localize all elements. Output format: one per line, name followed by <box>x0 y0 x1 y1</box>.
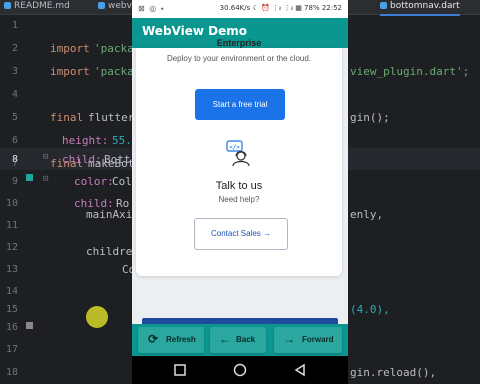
line-number: 9 <box>11 176 18 187</box>
code-token: view_plugin.dart'; <box>350 65 470 78</box>
card-description: Deploy to your environment or the cloud. <box>166 54 312 63</box>
recent-apps-icon[interactable] <box>172 362 188 378</box>
bottom-navigation: ⟳ Refresh ← Back → Forward <box>132 324 348 356</box>
back-button[interactable]: ← Back <box>210 327 266 353</box>
touch-indicator <box>86 306 108 328</box>
color-swatch-icon[interactable] <box>26 322 33 329</box>
contact-sales-button[interactable]: Contact Sales → <box>194 218 288 250</box>
line-number: 2 <box>11 43 18 54</box>
need-help-text: Need help? <box>218 195 260 204</box>
line-number: 4 <box>11 89 18 100</box>
line-number: 5 <box>11 112 18 123</box>
back-triangle-icon[interactable] <box>292 362 308 378</box>
code-token: flutter <box>88 111 135 124</box>
code-token: import <box>50 42 90 55</box>
svg-text:</>: </> <box>229 144 240 151</box>
pricing-card: Enterprise Deploy to your environment or… <box>136 38 342 276</box>
status-icons-left: ⊠ ◎ ⬩ <box>138 4 165 13</box>
line-number: 3 <box>11 66 18 77</box>
start-free-trial-button[interactable]: Start a free trial <box>195 89 285 120</box>
refresh-button[interactable]: ⟳ Refresh <box>138 327 204 353</box>
refresh-icon: ⟳ <box>147 332 159 346</box>
line-number-current: 8 <box>11 154 18 165</box>
line-number: 1 <box>11 20 18 31</box>
markdown-file-icon <box>4 2 11 9</box>
code-token: color: <box>74 175 114 188</box>
line-number: 17 <box>5 344 18 355</box>
code-token: Col <box>112 175 132 188</box>
tab-webview[interactable]: webv <box>98 0 132 14</box>
emulator-screen: ⊠ ◎ ⬩ 30.64K/s ☾ ⏰ ⋮ᵢₗ ⋮ᵢₗ ▦ 78% 22:52 W… <box>132 0 348 384</box>
arrow-back-icon: ← <box>219 332 231 346</box>
talk-to-us-heading: Talk to us <box>215 180 263 192</box>
code-token: gin(); <box>350 111 390 124</box>
color-swatch-icon[interactable] <box>26 174 33 181</box>
dart-file-icon <box>380 2 387 9</box>
webview-content[interactable]: Enterprise Deploy to your environment or… <box>132 38 348 326</box>
line-number: 13 <box>5 264 18 275</box>
code-token: gin.reload(), <box>350 366 437 379</box>
line-number: 18 <box>5 367 18 378</box>
tab-readme[interactable]: README.md <box>4 0 70 14</box>
support-agent-icon: </> <box>226 140 250 167</box>
dart-file-icon <box>98 2 105 9</box>
fold-icon[interactable]: ⊟ <box>43 152 48 162</box>
code-token: enly, <box>350 208 384 221</box>
code-token: Bott <box>104 153 131 166</box>
code-token: mainAxi <box>86 208 133 221</box>
fold-icon[interactable]: ⊟ <box>43 174 48 184</box>
app-title: WebView Demo <box>142 24 247 38</box>
code-token: import <box>50 65 90 78</box>
arrow-forward-icon: → <box>283 332 295 346</box>
card-heading: Enterprise <box>216 38 262 48</box>
line-number: 16 <box>5 322 18 333</box>
code-token: child: <box>62 153 102 166</box>
status-bar: ⊠ ◎ ⬩ 30.64K/s ☾ ⏰ ⋮ᵢₗ ⋮ᵢₗ ▦ 78% 22:52 <box>132 0 348 18</box>
home-icon[interactable] <box>232 362 248 378</box>
code-token: final <box>50 111 84 124</box>
status-icons-right: 30.64K/s ☾ ⏰ ⋮ᵢₗ ⋮ᵢₗ ▦ 78% 22:52 <box>219 4 342 12</box>
forward-button[interactable]: → Forward <box>274 327 342 353</box>
system-navigation-bar <box>132 356 348 384</box>
